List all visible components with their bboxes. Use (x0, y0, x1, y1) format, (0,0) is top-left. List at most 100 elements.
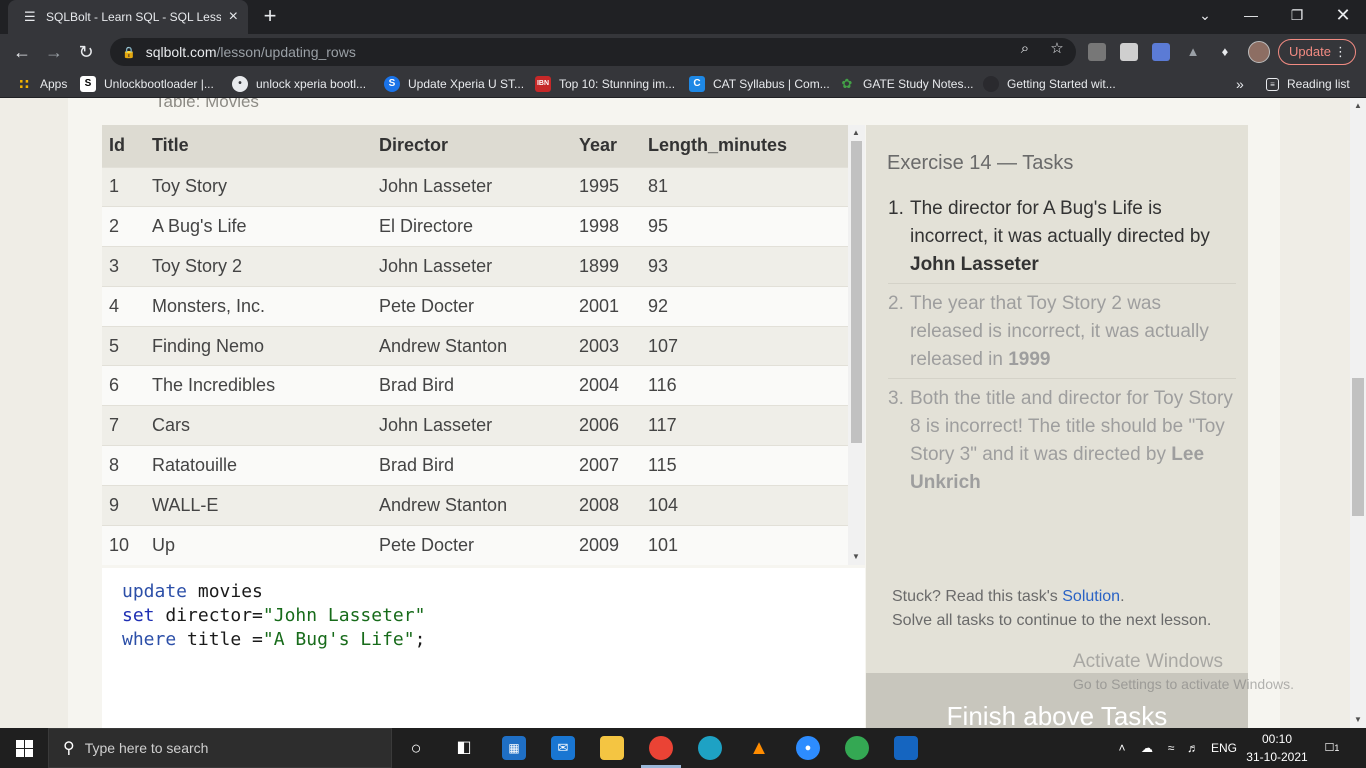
table-cell: John Lasseter (379, 255, 493, 276)
new-tab-button[interactable]: + (258, 4, 282, 28)
table-scrollbar[interactable]: ▲ ▼ (848, 125, 865, 565)
page-scroll-down-icon[interactable]: ▼ (1354, 715, 1362, 724)
solution-link[interactable]: Solution (1062, 588, 1120, 605)
volume-icon[interactable]: ♬ (1184, 728, 1202, 768)
minimize-button[interactable]: — (1228, 0, 1274, 34)
back-arrow-icon[interactable]: ← (10, 40, 34, 64)
bookmark-star-icon[interactable]: ☆ (1048, 40, 1066, 58)
code-identifier: title = (176, 629, 263, 650)
notification-icon[interactable]: ☐1 (1320, 728, 1344, 768)
profile-avatar[interactable] (1248, 41, 1270, 63)
activate-windows-subtitle: Go to Settings to activate Windows. (1073, 676, 1294, 692)
onedrive-icon[interactable]: ☁ (1136, 728, 1158, 768)
bookmark-getting-started[interactable]: Getting Started wit... (983, 75, 1116, 93)
cortana-icon[interactable]: ○ (404, 736, 428, 760)
puzzle-extensions-icon[interactable]: ♦ (1216, 43, 1234, 61)
table-cell: Pete Docter (379, 295, 475, 316)
code-string: "John Lasseter" (262, 605, 426, 626)
table-cell: Toy Story (152, 176, 228, 197)
update-label: Update (1289, 44, 1331, 59)
language-indicator[interactable]: ENG (1208, 728, 1240, 768)
camera-extension-icon[interactable] (1152, 43, 1170, 61)
zoom-icon[interactable]: ⌕ (1016, 40, 1034, 58)
taskbar-search-input[interactable]: ⚲ Type here to search (48, 728, 392, 768)
update-button[interactable]: Update ⋮ (1278, 39, 1356, 65)
close-tab-icon[interactable]: × (229, 8, 238, 26)
sqlbolt-favicon-icon: ☰ (24, 9, 36, 24)
task-item-3: 3. Both the title and director for Toy S… (888, 385, 1236, 497)
table-cell: 3 (109, 255, 120, 276)
edge-icon[interactable] (698, 736, 722, 760)
more-menu-icon[interactable]: ⋮ (1334, 40, 1347, 64)
zoom-app-icon[interactable]: ● (796, 736, 820, 760)
notification-count: 1 (1334, 743, 1340, 753)
address-bar[interactable]: 🔒 sqlbolt.com /lesson/updating_rows (110, 38, 1076, 66)
code-punctuation: ; (414, 629, 426, 650)
vlc-icon[interactable]: ▲ (747, 736, 771, 760)
table-cell: 2007 (579, 454, 620, 475)
table-cell: 2004 (579, 375, 620, 396)
store-icon[interactable]: ▦ (502, 736, 526, 760)
tab-search-chevron-icon[interactable]: ⌄ (1182, 0, 1228, 34)
extension-1-icon[interactable] (1088, 43, 1106, 61)
chart-extension-icon[interactable]: ▲ (1184, 43, 1202, 61)
movies-table-container: Id Title Director Year Length_minutes 1 T… (102, 125, 848, 565)
windows-taskbar: ⚲ Type here to search ○ ◧ ▦ ✉ ▲ ● ˄ ☁ ≈ … (0, 728, 1366, 768)
table-cell: The Incredibles (152, 375, 276, 396)
more-bookmarks-chevron-icon[interactable]: » (1236, 75, 1244, 93)
bookmark-cat-syllabus[interactable]: C CAT Syllabus | Com... (689, 75, 830, 93)
browser-tab[interactable]: ☰ SQLBolt - Learn SQL - SQL Lesson × (8, 0, 248, 34)
url-path: /lesson/updating_rows (216, 44, 356, 60)
table-cell: 93 (648, 255, 669, 276)
page-scrollbar-thumb[interactable] (1352, 378, 1364, 516)
chrome-profile-icon[interactable] (845, 736, 869, 760)
table-cell: John Lasseter (379, 415, 493, 436)
search-icon: ⚲ (63, 740, 75, 757)
reading-list-button[interactable]: ≡ Reading list (1266, 75, 1350, 93)
apps-grid-icon: ∷ (19, 76, 29, 92)
scroll-down-arrow-icon[interactable]: ▼ (852, 552, 860, 561)
forward-arrow-icon[interactable]: → (42, 40, 66, 64)
page-viewport: Table: Movies Id Title Director Year Len… (0, 98, 1350, 728)
bookmark-gate-notes[interactable]: ✿ GATE Study Notes... (839, 75, 974, 93)
bookmark-top10[interactable]: IBN Top 10: Stunning im... (535, 75, 675, 93)
table-cell: 2001 (579, 295, 620, 316)
bookmark-label: Apps (40, 77, 68, 91)
page-scrollbar[interactable]: ▲ ▼ (1350, 98, 1366, 728)
chrome-icon[interactable] (649, 736, 673, 760)
code-line-3: where title ="A Bug's Life"; (122, 628, 845, 652)
bookmark-unlock-xperia[interactable]: • unlock xperia bootl... (232, 75, 366, 93)
code-keyword: set (122, 605, 155, 626)
close-window-button[interactable]: ✕ (1320, 0, 1366, 34)
table-scrollbar-thumb[interactable] (851, 141, 862, 443)
table-row: 3 Toy Story 2 John Lasseter 1899 93 (102, 246, 848, 287)
table-cell: 9 (109, 494, 120, 515)
taskbar-clock[interactable]: 00:10 31-10-2021 (1246, 730, 1308, 766)
activate-windows-title: Activate Windows (1073, 651, 1223, 672)
column-header: Director (379, 135, 449, 156)
photos-icon[interactable] (894, 736, 918, 760)
reload-icon[interactable]: ↻ (74, 40, 98, 64)
mail-icon[interactable]: ✉ (551, 736, 575, 760)
table-row: 1 Toy Story John Lasseter 1995 81 (102, 167, 848, 207)
bookmark-update-xperia[interactable]: S Update Xperia U ST... (384, 75, 524, 93)
tasks-title: Exercise 14 — Tasks (887, 152, 1074, 174)
bookmark-apps[interactable]: ∷ Apps (16, 75, 67, 93)
sql-editor[interactable]: update movies set director="John Lassete… (102, 568, 865, 728)
extension-2-icon[interactable] (1120, 43, 1138, 61)
wifi-icon[interactable]: ≈ (1162, 728, 1180, 768)
task-view-icon[interactable]: ◧ (452, 736, 476, 760)
table-cell: 8 (109, 454, 120, 475)
bookmark-unlockbootloader[interactable]: S Unlockbootloader |... (80, 75, 214, 93)
tray-chevron-up-icon[interactable]: ˄ (1114, 728, 1130, 768)
restore-button[interactable]: ❐ (1274, 0, 1320, 34)
table-cell: Up (152, 534, 176, 555)
windows-start-icon[interactable] (0, 728, 48, 768)
table-cell: Monsters, Inc. (152, 295, 266, 316)
table-cell: 116 (648, 375, 677, 396)
page-scroll-up-icon[interactable]: ▲ (1354, 101, 1362, 110)
file-explorer-icon[interactable] (600, 736, 624, 760)
scroll-up-arrow-icon[interactable]: ▲ (852, 128, 860, 137)
divider (888, 283, 1236, 284)
reading-list-label: Reading list (1287, 77, 1350, 91)
